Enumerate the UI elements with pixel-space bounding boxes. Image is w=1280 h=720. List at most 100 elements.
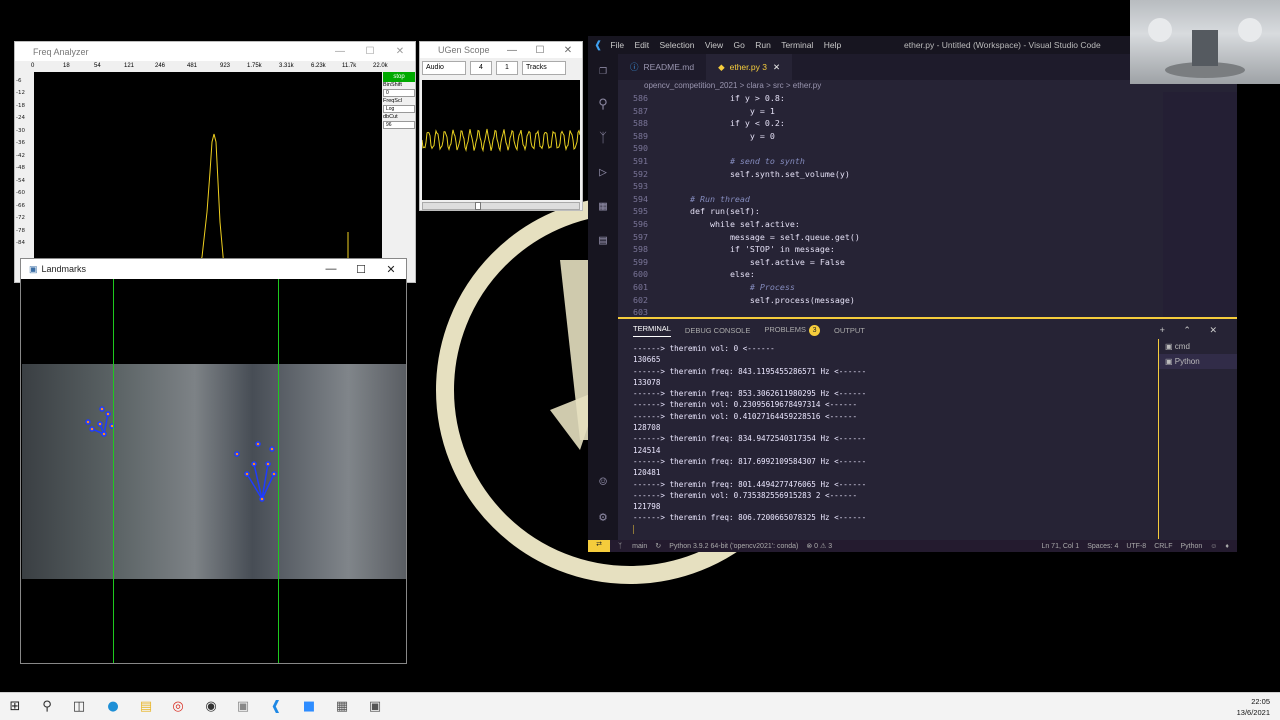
tab-problems[interactable]: PROBLEMS 3 (764, 324, 821, 336)
code-line[interactable]: 597 message = self.queue.get() (618, 231, 1163, 244)
bell-icon[interactable]: ♦ (1225, 543, 1229, 550)
obs-icon[interactable]: ◉ (202, 698, 220, 716)
extensions-icon[interactable]: ▦ (594, 198, 612, 216)
menu-run[interactable]: Run (755, 40, 771, 50)
source-control-icon[interactable]: ᛉ (594, 130, 612, 148)
chrome-icon[interactable]: ◎ (169, 698, 187, 716)
code-line[interactable]: 595 def run(self): (618, 205, 1163, 218)
zoom-icon[interactable]: ■ (300, 698, 318, 716)
code-line[interactable]: 603 (618, 306, 1163, 317)
problems-status[interactable]: ⊗ 0 ⚠ 3 (806, 542, 832, 550)
code-editor[interactable]: 586 if y > 0.8: 587 y = 1 588 if y < 0.2: 5… (618, 92, 1163, 317)
terminal-instance-python[interactable]: ▣ Python (1159, 354, 1237, 369)
edge-icon[interactable]: ● (104, 698, 122, 716)
freqscl-select[interactable]: Log (383, 105, 415, 113)
scope-titlebar[interactable]: UGen Scope — ☐ ✕ (420, 42, 582, 58)
indentation-status[interactable]: Spaces: 4 (1087, 543, 1118, 550)
bus-type-select[interactable]: Audio (422, 61, 466, 75)
tab-output[interactable]: OUTPUT (834, 326, 865, 335)
branch-status[interactable]: ᛉ main (618, 543, 647, 550)
maximize-icon[interactable]: ☐ (526, 45, 554, 56)
code-line[interactable]: 600 else: (618, 268, 1163, 281)
sync-icon[interactable]: ↻ (655, 542, 661, 550)
gear-icon[interactable]: ⚙ (594, 509, 612, 527)
app-window-icon[interactable]: ▣ (366, 698, 384, 716)
freq-analyzer-titlebar[interactable]: Freq Analyzer — ☐ ✕ (15, 42, 415, 61)
close-icon[interactable]: ✕ (554, 45, 582, 56)
menu-file[interactable]: File (610, 40, 624, 50)
slider-handle[interactable] (475, 202, 481, 210)
channels-field[interactable]: 4 (470, 61, 492, 75)
encoding-status[interactable]: UTF-8 (1126, 543, 1146, 550)
close-icon[interactable]: ✕ (385, 46, 415, 57)
close-icon[interactable]: ✕ (773, 62, 780, 73)
tab-terminal[interactable]: TERMINAL (633, 324, 671, 337)
code-line[interactable]: 601 # Process (618, 281, 1163, 294)
code-text: if y > 0.8: (670, 93, 785, 103)
task-view-icon[interactable]: ◫ (70, 698, 88, 716)
system-clock[interactable]: 22:05 13/6/2021 (1237, 696, 1270, 718)
search-icon[interactable]: ⚲ (38, 698, 56, 716)
supercollider-icon[interactable]: ▦ (333, 698, 351, 716)
maximize-icon[interactable]: ☐ (355, 46, 385, 57)
eol-status[interactable]: CRLF (1154, 543, 1172, 550)
tab-readme[interactable]: ⓘ README.md (618, 54, 706, 80)
minimap[interactable] (1163, 92, 1237, 317)
menu-selection[interactable]: Selection (660, 40, 695, 50)
code-line[interactable]: 586 if y > 0.8: (618, 92, 1163, 105)
minimize-icon[interactable]: — (316, 263, 346, 276)
terminal-output[interactable]: ------> theremin vol: 0 <------ 130665 ---… (633, 343, 1153, 539)
stop-button[interactable]: stop (383, 72, 415, 82)
code-line[interactable]: 593 (618, 180, 1163, 193)
code-line[interactable]: 591 # send to synth (618, 155, 1163, 168)
terminal-line: 120481 (633, 468, 661, 478)
feedback-icon[interactable]: ☺ (1210, 543, 1217, 550)
tab-debug-console[interactable]: DEBUG CONSOLE (685, 326, 750, 335)
app-icon[interactable]: ▣ (234, 698, 252, 716)
style-select[interactable]: Tracks (522, 61, 566, 75)
landmarks-titlebar[interactable]: ▣ Landmarks — ☐ ✕ (21, 259, 406, 279)
code-line[interactable]: 587 y = 1 (618, 105, 1163, 118)
code-line[interactable]: 592 self.synth.set_volume(y) (618, 168, 1163, 181)
terminal-cursor[interactable]: ▏ (633, 524, 1153, 535)
vscode-icon[interactable]: ❰ (267, 698, 285, 716)
start-icon[interactable]: ⊞ (6, 698, 24, 716)
code-line[interactable]: 594 # Run thread (618, 193, 1163, 206)
maximize-icon[interactable]: ☐ (346, 263, 376, 276)
tab-ether-py[interactable]: ◆ ether.py 3 ✕ (706, 54, 793, 80)
dbcut-select[interactable]: 96 (383, 121, 415, 129)
cursor-position[interactable]: Ln 71, Col 1 (1041, 543, 1079, 550)
minimize-icon[interactable]: — (498, 45, 526, 56)
code-line[interactable]: 590 (618, 142, 1163, 155)
remote-icon[interactable]: ⇄ (588, 540, 610, 552)
terminal-line: ------> theremin vol: 0.2309561967849731… (633, 400, 858, 410)
explorer-icon[interactable]: ❐ (594, 62, 612, 80)
interpreter-status[interactable]: Python 3.9.2 64-bit ('opencv2021': conda… (669, 543, 798, 550)
panel-actions[interactable]: + ⌃ ✕ (1160, 325, 1225, 336)
menu-view[interactable]: View (705, 40, 723, 50)
code-line[interactable]: 598 if 'STOP' in message: (618, 243, 1163, 256)
run-debug-icon[interactable]: ▷ (594, 164, 612, 182)
menu-help[interactable]: Help (824, 40, 841, 50)
menu-terminal[interactable]: Terminal (781, 40, 813, 50)
code-line[interactable]: 602 self.process(message) (618, 294, 1163, 307)
terminal-instance-cmd[interactable]: ▣ cmd (1159, 339, 1237, 354)
language-status[interactable]: Python (1180, 543, 1202, 550)
db-label: -24 (16, 115, 25, 121)
code-line[interactable]: 596 while self.active: (618, 218, 1163, 231)
remote-explorer-icon[interactable]: ▤ (594, 232, 612, 250)
index-field[interactable]: 1 (496, 61, 518, 75)
code-line[interactable]: 588 if y < 0.2: (618, 117, 1163, 130)
file-explorer-icon[interactable]: ▤ (137, 698, 155, 716)
menu-edit[interactable]: Edit (634, 40, 649, 50)
db-label: -36 (16, 140, 25, 146)
binshift-field[interactable]: 0 (383, 89, 415, 97)
code-line[interactable]: 589 y = 0 (618, 130, 1163, 143)
menu-go[interactable]: Go (734, 40, 745, 50)
account-icon[interactable]: ☺ (594, 474, 612, 492)
search-icon[interactable]: ⚲ (594, 96, 612, 114)
close-icon[interactable]: ✕ (376, 263, 406, 276)
minimize-icon[interactable]: — (325, 46, 355, 57)
code-line[interactable]: 599 self.active = False (618, 256, 1163, 269)
scope-scroll-slider[interactable] (422, 202, 580, 210)
